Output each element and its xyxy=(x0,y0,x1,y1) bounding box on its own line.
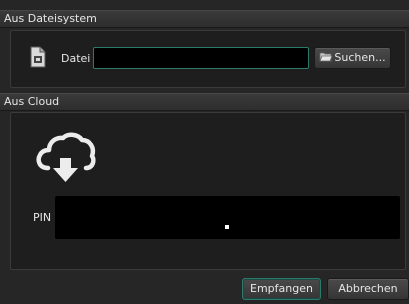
file-path-input[interactable] xyxy=(93,47,309,69)
section-title-filesystem: Aus Dateisystem xyxy=(4,12,97,25)
receive-button[interactable]: Empfangen xyxy=(242,278,321,300)
section-title-cloud: Aus Cloud xyxy=(4,95,60,108)
file-icon xyxy=(30,46,46,68)
cancel-button[interactable]: Abbrechen xyxy=(327,278,409,300)
section-header-cloud: Aus Cloud xyxy=(0,93,409,111)
receive-button-label: Empfangen xyxy=(250,282,313,295)
file-label: Datei xyxy=(61,52,91,65)
folder-open-icon xyxy=(319,52,333,62)
browse-button-label: Suchen... xyxy=(334,51,386,64)
pin-label: PIN xyxy=(33,211,52,224)
pin-cursor xyxy=(225,225,229,229)
pin-display xyxy=(55,196,400,239)
browse-button[interactable]: Suchen... xyxy=(314,47,391,69)
section-header-filesystem: Aus Dateisystem xyxy=(0,10,409,28)
cancel-button-label: Abbrechen xyxy=(338,282,398,295)
cloud-download-icon xyxy=(36,132,96,182)
